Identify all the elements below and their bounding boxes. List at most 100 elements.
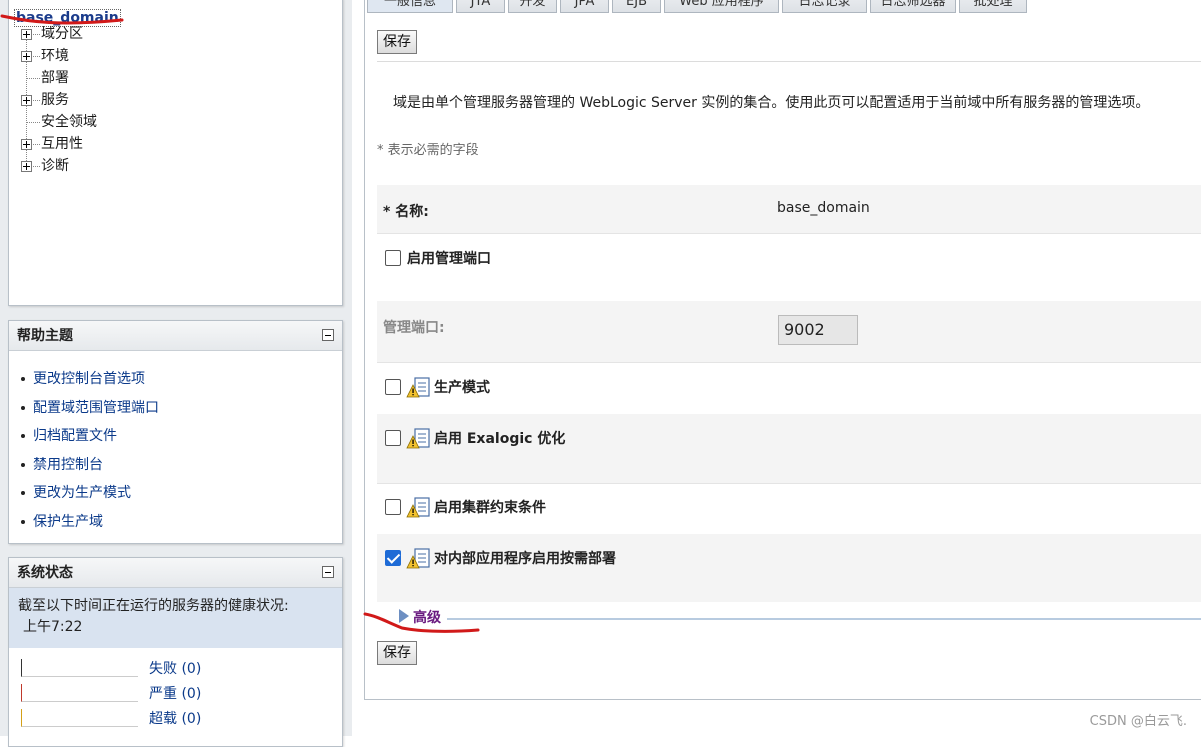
form-row-exalogic: 启用 Exalogic 优化	[377, 414, 1201, 484]
help-topic-item: 更改为生产模式	[21, 479, 342, 508]
admin-port-enabled-checkbox[interactable]	[385, 250, 401, 266]
cluster-constraints-checkbox[interactable]	[385, 499, 401, 515]
cluster-constraints-label: 启用集群约束条件	[434, 500, 546, 516]
tree-item-label[interactable]: 部署	[41, 70, 69, 86]
help-topic-item: 配置域范围管理端口	[21, 394, 342, 423]
restart-required-icon	[406, 548, 430, 569]
advanced-toggle[interactable]: 高级	[413, 607, 441, 627]
tree-item[interactable]: 部署	[9, 67, 342, 89]
divider	[377, 61, 1201, 62]
name-value: base_domain	[777, 200, 870, 216]
watermark: CSDN @白云飞.	[1089, 714, 1187, 729]
exalogic-checkbox[interactable]	[385, 430, 401, 446]
help-topic-link[interactable]: 更改为生产模式	[33, 485, 131, 501]
restart-required-icon	[406, 377, 430, 398]
expand-plus-icon[interactable]	[21, 161, 32, 172]
tree-item[interactable]: 安全领域	[9, 111, 342, 133]
tab[interactable]: 开发	[508, 0, 557, 13]
system-status-summary: 截至以下时间正在运行的服务器的健康状况: 上午7:22	[9, 588, 342, 648]
help-topics-panel: 帮助主题 更改控制台首选项 配置域范围管理端口 归档配置文件 禁用控制台更改为生产模式…	[8, 320, 343, 544]
tree-item-label[interactable]: 服务	[41, 92, 69, 108]
tab[interactable]: EJB	[612, 0, 661, 13]
admin-port-enabled-label: 启用管理端口	[407, 251, 491, 267]
tab[interactable]: 一般信息	[367, 0, 453, 13]
on-demand-deployment-checkbox[interactable]	[385, 550, 401, 566]
help-topics-header: 帮助主题	[9, 321, 342, 351]
help-topics-title: 帮助主题	[17, 328, 73, 344]
production-mode-checkbox[interactable]	[385, 379, 401, 395]
expand-plus-icon[interactable]	[21, 29, 32, 40]
system-status-panel: 系统状态 截至以下时间正在运行的服务器的健康状况: 上午7:22 失败 (0) 严…	[8, 557, 343, 747]
help-topic-link[interactable]: 保护生产域	[33, 514, 103, 530]
system-status-time: 上午7:22	[23, 619, 83, 635]
production-mode-label: 生产模式	[434, 380, 490, 396]
tree-item[interactable]: 服务	[9, 89, 342, 111]
help-topic-link[interactable]: 禁用控制台	[33, 457, 103, 473]
system-status-header: 系统状态	[9, 558, 342, 588]
on-demand-deployment-label: 对内部应用程序启用按需部署	[434, 551, 616, 567]
tab[interactable]: 批处理	[959, 0, 1027, 13]
health-bar	[21, 709, 138, 727]
tree-item-label[interactable]: 安全领域	[41, 114, 97, 130]
help-topic-link[interactable]: 归档配置文件	[33, 428, 117, 444]
form-row-production-mode: 生产模式	[377, 363, 1201, 414]
health-status-link[interactable]: 严重 (0)	[149, 683, 201, 703]
save-button-top[interactable]: 保存	[377, 30, 417, 54]
expand-plus-icon[interactable]	[21, 51, 32, 62]
tree-item[interactable]: 环境	[9, 45, 342, 67]
expand-plus-icon[interactable]	[21, 95, 32, 106]
tab[interactable]: 日志筛选器	[870, 0, 956, 13]
health-status-row: 失败 (0)	[21, 654, 342, 679]
bullet-icon	[21, 377, 25, 381]
collapse-icon[interactable]	[322, 566, 334, 578]
health-bar	[21, 659, 138, 677]
tab[interactable]: Web 应用程序	[664, 0, 779, 13]
health-status-link[interactable]: 失败 (0)	[149, 658, 201, 678]
save-button-bottom[interactable]: 保存	[377, 641, 417, 665]
tree-item[interactable]: 域分区	[9, 23, 342, 45]
bullet-icon	[21, 405, 25, 410]
tree-item-label[interactable]: 域分区	[41, 26, 83, 42]
bullet-icon	[21, 462, 25, 467]
bullet-icon	[21, 491, 25, 496]
system-status-title: 系统状态	[17, 565, 73, 581]
health-status-row: 严重 (0)	[21, 679, 342, 704]
tree-item[interactable]: 互用性	[9, 133, 342, 155]
health-status-row: 超载 (0)	[21, 704, 342, 729]
restart-required-icon	[406, 428, 430, 449]
name-label: * 名称:	[383, 204, 429, 220]
form-row-name: * 名称: base_domain	[377, 185, 1201, 234]
expand-plus-icon[interactable]	[21, 139, 32, 150]
help-topic-link[interactable]: 更改控制台首选项	[33, 371, 145, 387]
form-row-on-demand: 对内部应用程序启用按需部署	[377, 534, 1201, 602]
tab[interactable]: JPA	[560, 0, 609, 13]
tree-connector	[27, 78, 40, 79]
tree-item[interactable]: 诊断	[9, 155, 342, 177]
form-row-admin-port-enabled: 启用管理端口	[377, 234, 1201, 301]
required-note: * 表示必需的字段	[377, 143, 479, 158]
domain-structure-panel: base_domain 域分区 环境 部署 服务 安全领域 互用性 诊断	[8, 0, 343, 306]
bullet-icon	[21, 519, 25, 524]
tab[interactable]: JTA	[456, 0, 505, 13]
tree-connector	[27, 122, 40, 123]
collapse-icon[interactable]	[322, 329, 334, 341]
tree-item-label[interactable]: 互用性	[41, 136, 83, 152]
tree-item-label[interactable]: 环境	[41, 48, 69, 64]
advanced-divider	[447, 618, 1201, 620]
help-topic-item: 归档配置文件	[21, 422, 342, 451]
help-topics-list: 更改控制台首选项 配置域范围管理端口 归档配置文件 禁用控制台更改为生产模式 保护生产域	[9, 351, 342, 537]
system-status-description: 截至以下时间正在运行的服务器的健康状况:	[18, 598, 289, 614]
page-description: 域是由单个管理服务器管理的 WebLogic Server 实例的集合。使用此页…	[393, 95, 1150, 111]
main-content: 一般信息 JTA 开发 JPA EJB Web 应用程序 日志记录 日志筛选器 批处理 保存 域…	[364, 0, 1201, 700]
tab[interactable]: 日志记录	[782, 0, 867, 13]
help-topic-item: 禁用控制台	[21, 451, 342, 480]
admin-port-input[interactable]: 9002	[778, 315, 858, 345]
expand-arrow-icon[interactable]	[399, 609, 409, 623]
health-status-link[interactable]: 超载 (0)	[149, 708, 201, 728]
restart-required-icon	[406, 497, 430, 518]
tree-item-label[interactable]: 诊断	[41, 158, 69, 174]
bullet-icon	[21, 434, 25, 439]
help-topic-link[interactable]: 配置域范围管理端口	[33, 400, 159, 416]
health-bar	[21, 684, 138, 702]
exalogic-label: 启用 Exalogic 优化	[434, 431, 566, 447]
